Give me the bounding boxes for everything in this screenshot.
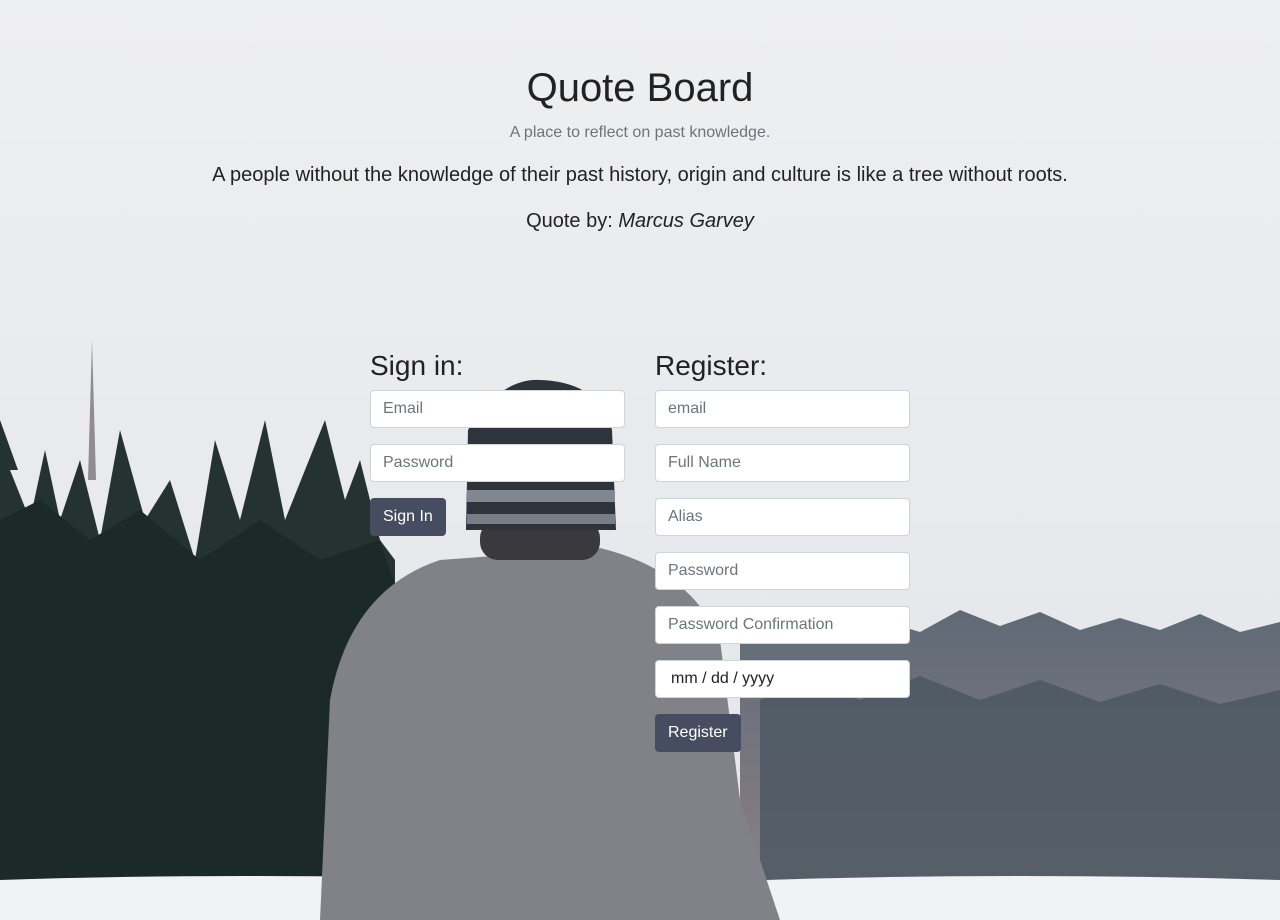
page-title: Quote Board — [526, 66, 754, 110]
quote-byline: Quote by: Marcus Garvey — [0, 209, 1280, 233]
register-password-confirm-input[interactable] — [655, 606, 910, 644]
register-alias-input[interactable] — [655, 498, 910, 536]
quote-text: A people without the knowledge of their … — [212, 164, 1068, 186]
register-email-input[interactable] — [655, 390, 910, 428]
signin-form: Sign in: Sign In — [370, 350, 625, 536]
register-heading: Register: — [655, 350, 768, 381]
register-fullname-input[interactable] — [655, 444, 910, 482]
byline-prefix: Quote by: — [526, 210, 619, 232]
signin-heading: Sign in: — [370, 350, 464, 381]
quote-author: Marcus Garvey — [618, 210, 754, 232]
register-birthdate-input[interactable]: mm / dd / yyyy — [655, 660, 910, 698]
register-form: Register: mm / dd / yyyy Register — [655, 350, 910, 752]
register-button[interactable]: Register — [655, 714, 741, 752]
date-format-placeholder: mm / dd / yyyy — [671, 670, 775, 687]
signin-password-input[interactable] — [370, 444, 625, 482]
signin-button[interactable]: Sign In — [370, 498, 446, 536]
page-tagline: A place to reflect on past knowledge. — [509, 124, 771, 141]
signin-email-input[interactable] — [370, 390, 625, 428]
register-password-input[interactable] — [655, 552, 910, 590]
